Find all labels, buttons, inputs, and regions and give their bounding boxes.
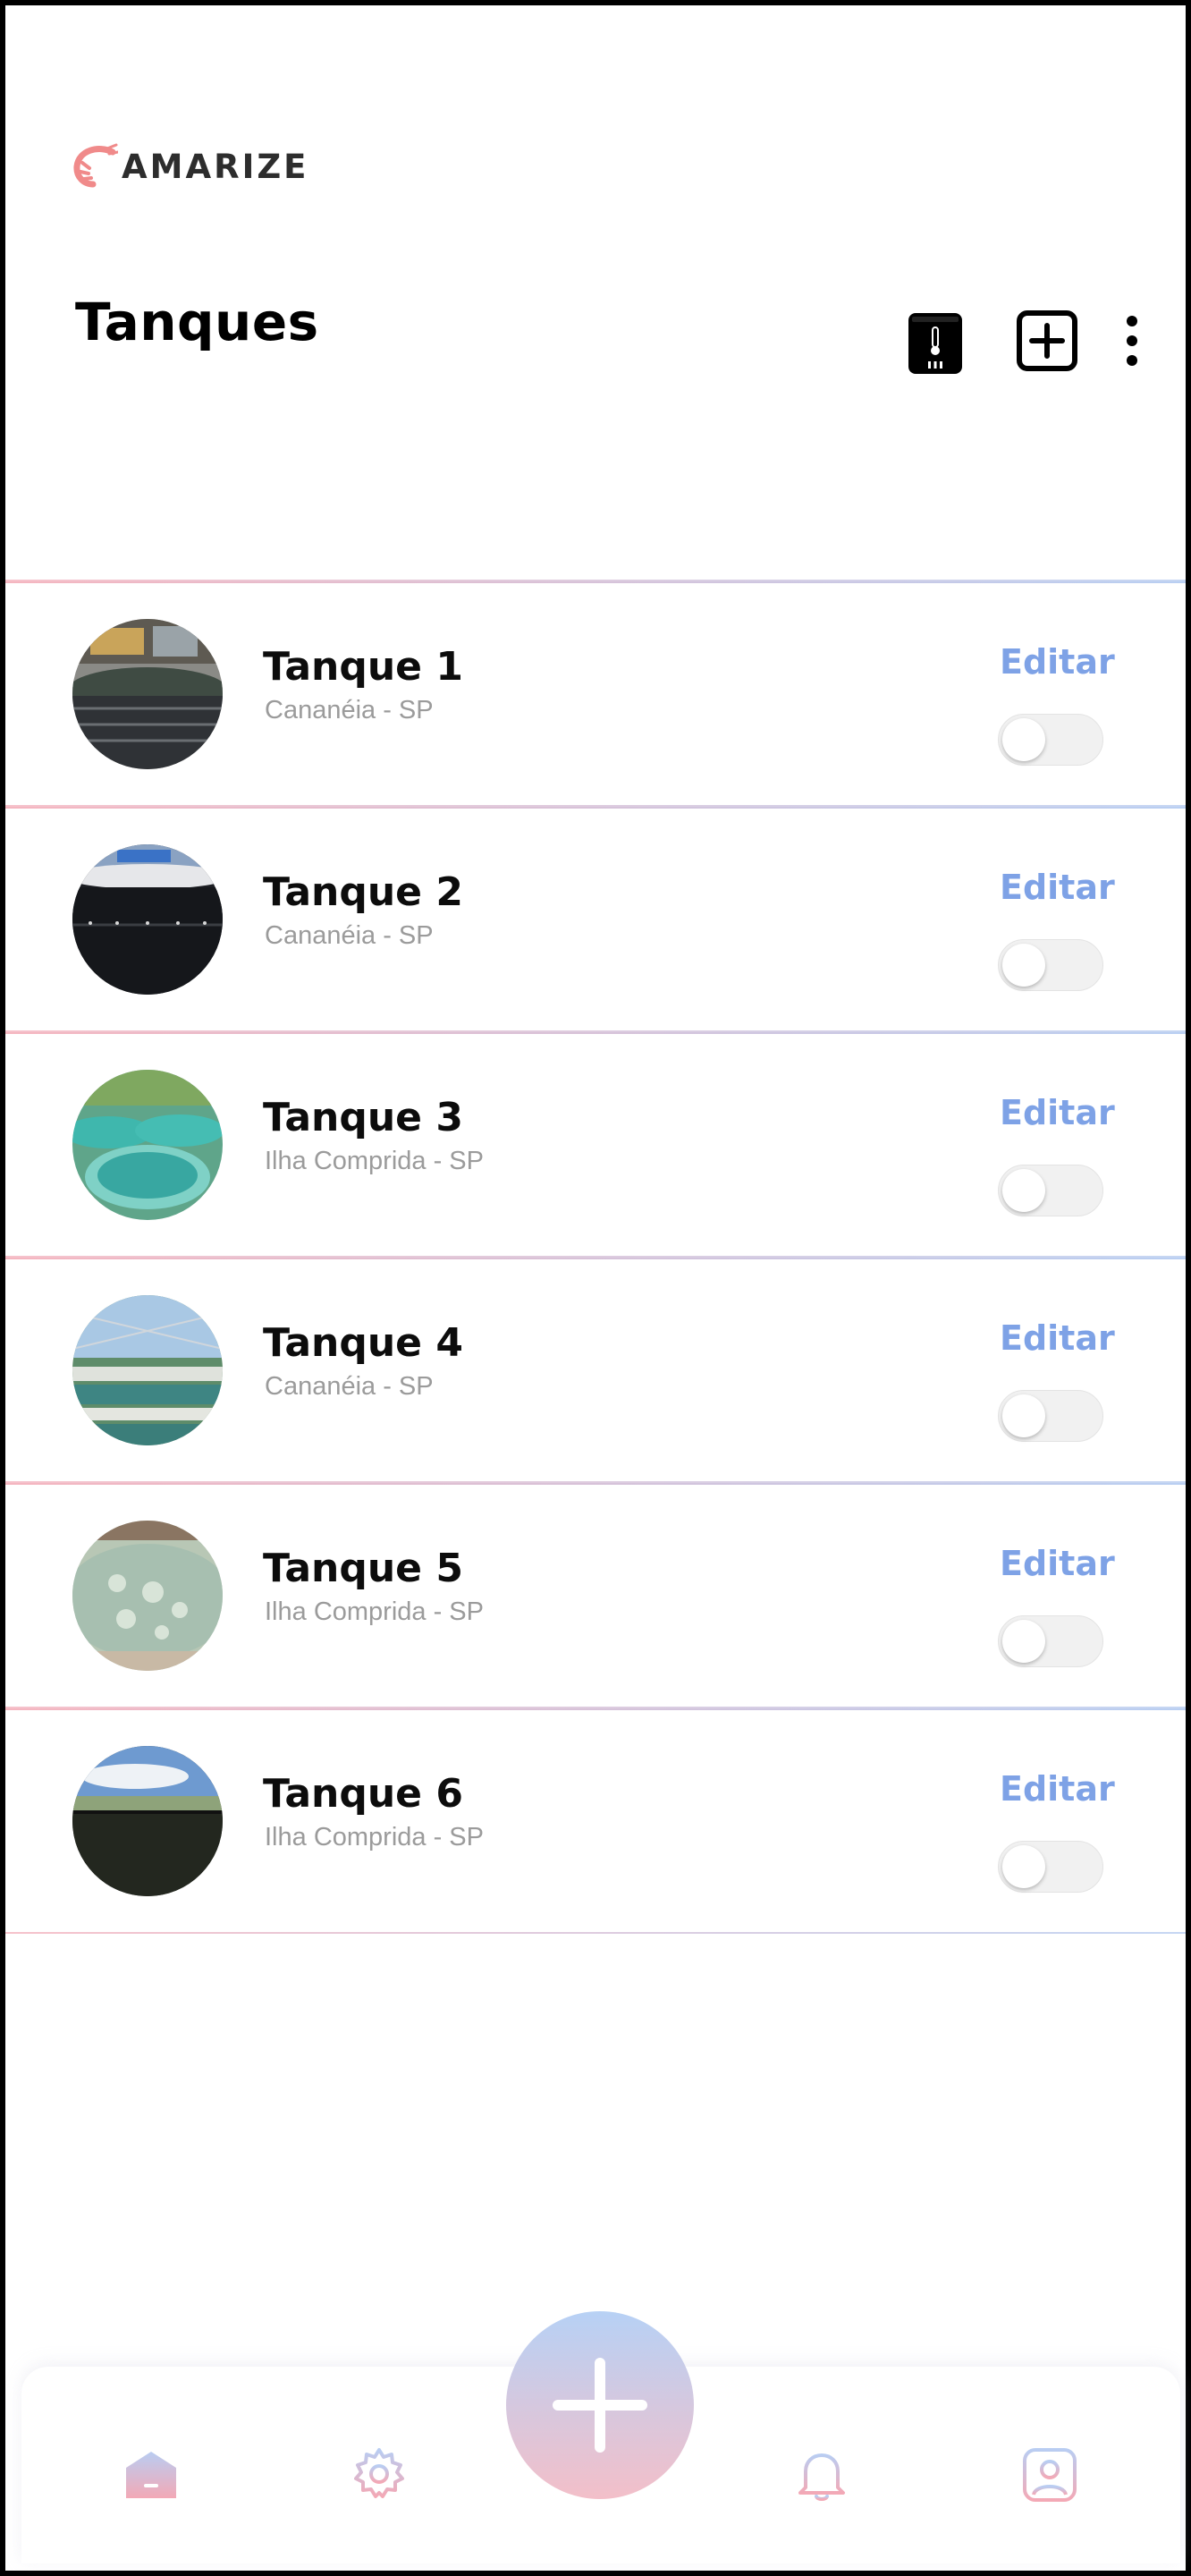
plus-icon [553,2358,647,2453]
logo-text: AMARIZE [122,147,309,186]
nav-notifications[interactable] [790,2444,853,2506]
shrimp-logo-icon [73,143,118,188]
tank-location: Cananéia - SP [265,696,434,724]
toggle-knob [1002,1169,1045,1212]
tank-name: Tanque 4 [263,1320,463,1366]
bell-icon [798,2453,845,2501]
more-vertical-icon [1127,316,1137,366]
edit-button[interactable]: Editar [1000,1093,1115,1132]
toggle-knob [1002,718,1045,761]
nav-settings[interactable] [348,2444,410,2506]
home-icon [126,2452,176,2498]
tank-row[interactable]: Tanque 4 Cananéia - SP Editar [5,1258,1186,1481]
tank-name: Tanque 3 [263,1095,463,1140]
tank-toggle[interactable] [998,939,1103,991]
edit-button[interactable]: Editar [1000,1544,1115,1583]
toggle-knob [1002,1845,1045,1888]
sensor-button[interactable] [907,311,964,376]
edit-button[interactable]: Editar [1000,1318,1115,1358]
tank-row[interactable]: Tanque 5 Ilha Comprida - SP Editar [5,1483,1186,1707]
tank-location: Cananéia - SP [265,921,434,950]
tank-row[interactable]: Tanque 6 Ilha Comprida - SP Editar [5,1708,1186,1932]
tank-toggle[interactable] [998,1615,1103,1667]
edit-button[interactable]: Editar [1000,642,1115,682]
edit-button[interactable]: Editar [1000,1769,1115,1809]
tank-toggle[interactable] [998,1390,1103,1442]
toggle-knob [1002,944,1045,987]
tank-row[interactable]: Tanque 1 Cananéia - SP Editar [5,581,1186,805]
edit-button[interactable]: Editar [1000,868,1115,907]
tank-photo [72,1746,223,1896]
tank-photo [72,1521,223,1671]
tank-location: Ilha Comprida - SP [265,1597,484,1626]
gear-icon [354,2448,404,2498]
nav-profile[interactable] [1018,2444,1081,2506]
tank-photo [72,1295,223,1445]
toggle-knob [1002,1394,1045,1437]
app-logo: AMARIZE [72,143,308,190]
plus-square-icon [1017,310,1077,371]
more-options-button[interactable] [1114,308,1150,374]
divider [5,1932,1186,1934]
tank-row[interactable]: Tanque 3 Ilha Comprida - SP Editar [5,1032,1186,1256]
toggle-knob [1002,1620,1045,1663]
tank-location: Ilha Comprida - SP [265,1823,484,1852]
add-tank-button[interactable] [1016,309,1078,372]
tank-photo [72,844,223,995]
tank-name: Tanque 2 [263,869,463,915]
thermometer-icon [908,313,962,374]
nav-home[interactable] [120,2444,182,2506]
tank-photo [72,619,223,769]
tank-photo [72,1070,223,1220]
header-actions [900,308,1159,374]
page-title: Tanques [75,292,319,352]
tank-name: Tanque 6 [263,1771,463,1817]
tank-toggle[interactable] [998,714,1103,766]
profile-icon [1023,2448,1077,2502]
tank-toggle[interactable] [998,1841,1103,1893]
tank-name: Tanque 1 [263,644,463,690]
tank-location: Ilha Comprida - SP [265,1147,484,1175]
add-fab-button[interactable] [506,2311,694,2499]
tank-location: Cananéia - SP [265,1372,434,1401]
tank-name: Tanque 5 [263,1546,463,1591]
tank-row[interactable]: Tanque 2 Cananéia - SP Editar [5,807,1186,1030]
tank-toggle[interactable] [998,1165,1103,1216]
tank-list: Tanque 1 Cananéia - SP Editar Tanque 2 C… [5,580,1186,1934]
